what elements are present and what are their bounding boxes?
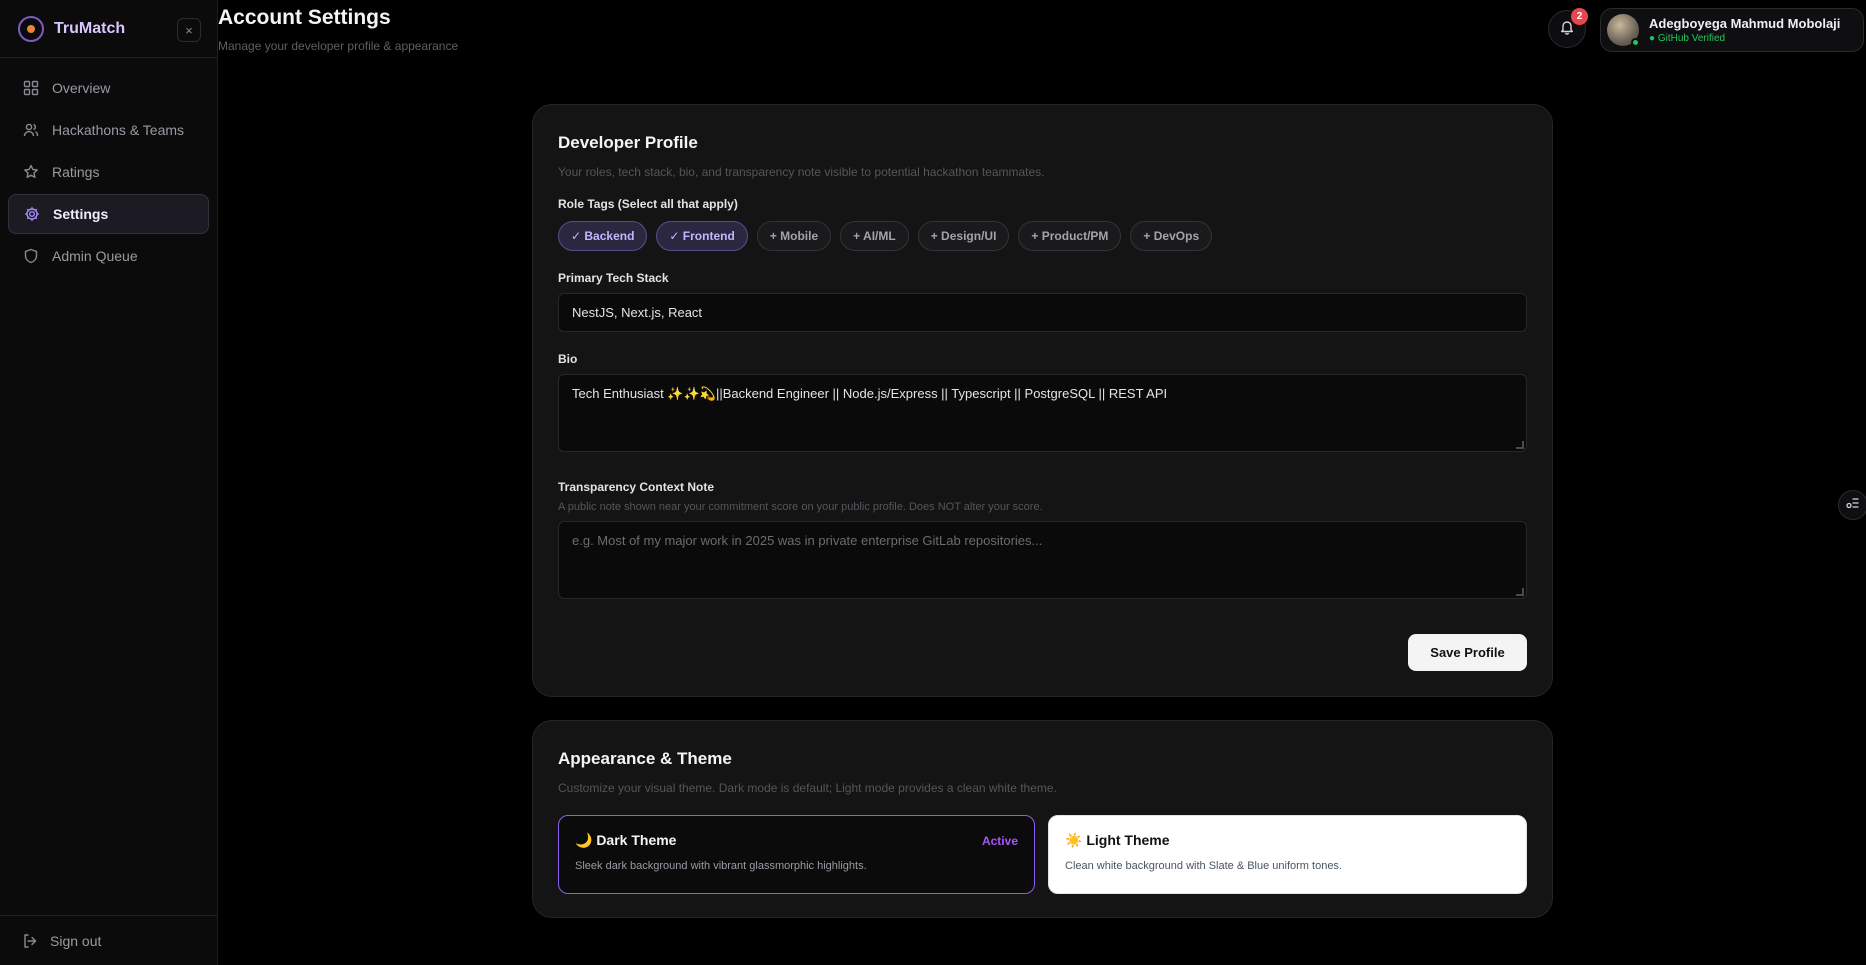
bio-textarea[interactable]: Tech Enthusiast ✨✨💫||Backend Engineer ||… [558,374,1527,452]
online-status-dot [1631,38,1640,47]
sidebar-item-label: Admin Queue [52,248,138,264]
developer-profile-card: Developer Profile Your roles, tech stack… [532,104,1553,697]
light-theme-description: Clean white background with Slate & Blue… [1065,860,1342,872]
dark-theme-description: Sleek dark background with vibrant glass… [575,860,867,872]
brand-name: TruMatch [54,19,126,37]
user-menu[interactable]: Adegboyega Mahmud Mobolaji ● GitHub Veri… [1600,8,1864,52]
profile-card-description: Your roles, tech stack, bio, and transpa… [558,165,1045,179]
users-icon [22,121,40,139]
sidebar-item-hackathons[interactable]: Hackathons & Teams [8,110,209,150]
dark-theme-name: 🌙 Dark Theme [575,832,677,848]
close-sidebar-button[interactable]: × [177,18,201,42]
role-tags-label: Role Tags (Select all that apply) [558,197,738,211]
notifications-button[interactable]: 2 [1548,8,1588,48]
profile-card-title: Developer Profile [558,133,698,152]
role-tag-devops[interactable]: + DevOps [1130,221,1213,251]
dark-theme-option[interactable]: 🌙 Dark Theme Active Sleek dark backgroun… [558,815,1035,894]
light-theme-name: ☀️ Light Theme [1065,832,1170,848]
role-tag-product-pm[interactable]: + Product/PM [1018,221,1122,251]
light-theme-option[interactable]: ☀️ Light Theme Clean white background wi… [1048,815,1527,894]
tech-stack-label: Primary Tech Stack [558,271,669,285]
sidebar-nav: Overview Hackathons & Teams Ratings Sett… [0,58,217,288]
sidebar-item-label: Overview [52,80,111,96]
save-profile-button[interactable]: Save Profile [1408,634,1527,671]
brand: TruMatch × [0,0,217,58]
star-icon [22,163,40,181]
role-tag-frontend[interactable]: ✓ Frontend [656,221,748,251]
github-verified-status: ● GitHub Verified [1649,33,1726,44]
appearance-card-title: Appearance & Theme [558,749,732,768]
role-tag-ai-ml[interactable]: + AI/ML [840,221,909,251]
logo-icon [18,15,44,42]
sidebar-item-settings[interactable]: Settings [8,194,209,234]
bio-label: Bio [558,352,578,366]
settings-list-icon [1846,496,1860,515]
page-subtitle: Manage your developer profile & appearan… [218,39,459,53]
gear-icon [23,205,41,223]
sidebar-item-label: Hackathons & Teams [52,122,185,138]
grid-icon [22,79,40,97]
sign-out-label: Sign out [50,932,102,949]
appearance-card-description: Customize your visual theme. Dark mode i… [558,781,1057,795]
transparency-note-hint: A public note shown near your commitment… [558,501,1043,513]
bio-text: Tech Enthusiast ✨✨💫||Backend Engineer ||… [572,386,1168,401]
user-name: Adegboyega Mahmud Mobolaji [1649,16,1841,31]
notification-count-badge: 2 [1571,8,1588,25]
side-panel-toggle-button[interactable] [1838,490,1866,520]
resize-handle[interactable] [1516,588,1524,596]
sidebar-item-ratings[interactable]: Ratings [8,152,209,192]
sign-out-button[interactable]: Sign out [0,915,217,965]
logout-icon [22,933,38,949]
transparency-note-placeholder: e.g. Most of my major work in 2025 was i… [572,533,1043,548]
shield-icon [22,247,40,265]
sidebar-item-label: Ratings [52,164,100,180]
active-badge: Active [981,834,1018,848]
page-title: Account Settings [218,6,391,29]
sidebar-item-label: Settings [53,206,109,222]
transparency-note-label: Transparency Context Note [558,480,715,494]
role-tag-mobile[interactable]: + Mobile [756,221,832,251]
appearance-theme-card: Appearance & Theme Customize your visual… [532,720,1553,918]
sidebar-item-admin-queue[interactable]: Admin Queue [8,236,209,276]
sidebar-item-overview[interactable]: Overview [8,68,209,108]
avatar [1607,14,1640,47]
theme-options: 🌙 Dark Theme Active Sleek dark backgroun… [558,815,1527,894]
tech-stack-input[interactable]: NestJS, Next.js, React [558,293,1527,332]
role-tag-design-ui[interactable]: + Design/UI [917,221,1010,251]
resize-handle[interactable] [1516,441,1524,449]
sidebar: TruMatch × Overview Hackathons & Teams R… [0,0,218,965]
transparency-note-textarea[interactable]: e.g. Most of my major work in 2025 was i… [558,521,1527,599]
role-tags: ✓ Backend ✓ Frontend + Mobile + AI/ML + … [558,221,1527,251]
role-tag-backend[interactable]: ✓ Backend [558,221,648,251]
